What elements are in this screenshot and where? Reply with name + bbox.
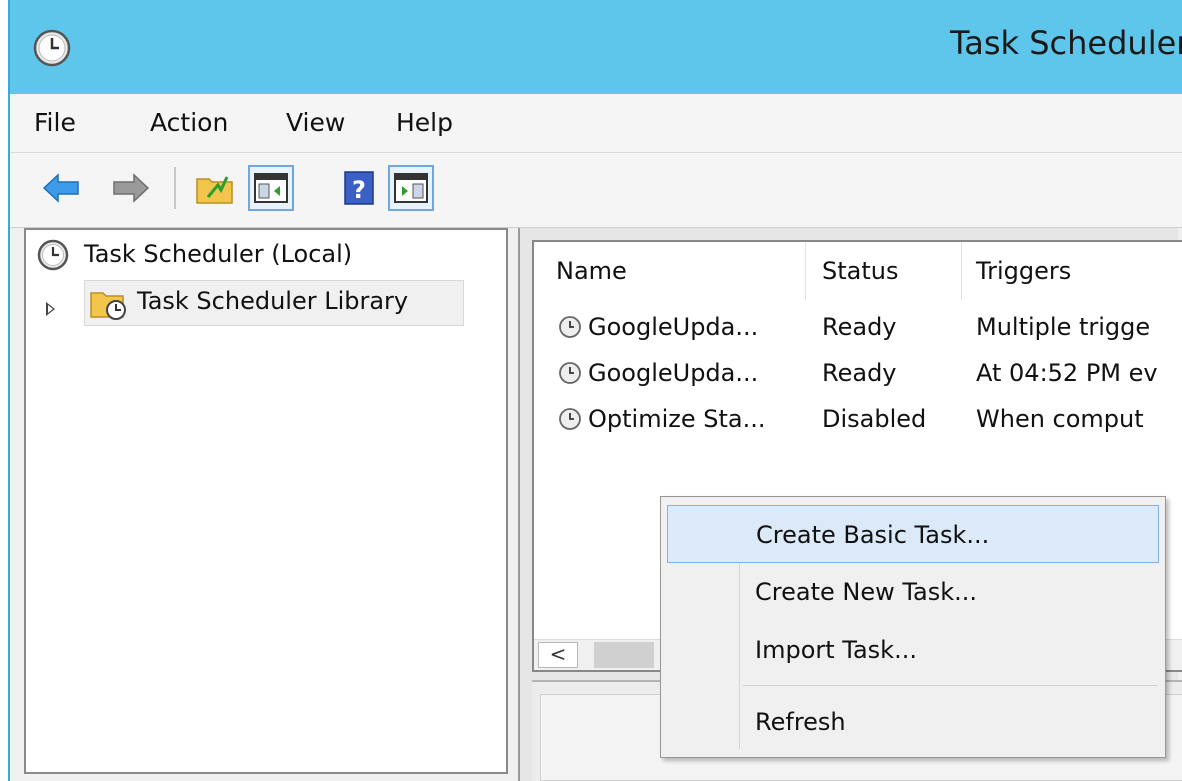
scroll-left-button[interactable]: < <box>538 642 578 668</box>
task-clock-icon <box>559 408 581 430</box>
tree-node-library[interactable]: Task Scheduler Library <box>84 280 464 326</box>
table-row[interactable]: Optimize Sta... Disabled When comput <box>534 396 1182 442</box>
title-bar[interactable]: Task Scheduler <box>10 0 1182 94</box>
menu-item-label: Refresh <box>755 708 846 736</box>
folder-clock-icon <box>90 292 126 320</box>
clock-icon[interactable] <box>32 28 72 68</box>
toolbar: ? <box>10 153 1182 228</box>
task-name: GoogleUpda... <box>588 359 759 387</box>
menu-item-import-task[interactable]: Import Task... <box>667 621 1159 679</box>
task-triggers: Multiple trigge <box>976 313 1151 341</box>
clock-icon <box>37 239 69 271</box>
task-triggers: At 04:52 PM ev <box>976 359 1158 387</box>
console-tree: Task Scheduler (Local) Task Scheduler Li… <box>24 228 508 774</box>
menu-item-label: Create New Task... <box>755 578 978 606</box>
table-row[interactable]: GoogleUpda... Ready Multiple trigge <box>534 304 1182 350</box>
menu-item-label: Create Basic Task... <box>756 521 990 549</box>
menu-help[interactable]: Help <box>396 108 453 137</box>
expand-arrow-icon[interactable] <box>46 302 55 316</box>
show-hide-console-tree-icon[interactable] <box>248 165 294 211</box>
menu-separator <box>743 685 1157 686</box>
menu-item-refresh[interactable]: Refresh <box>667 693 1159 751</box>
table-row[interactable]: GoogleUpda... Ready At 04:52 PM ev <box>534 350 1182 396</box>
forward-arrow-icon[interactable] <box>110 167 152 209</box>
menu-item-label: Import Task... <box>755 636 917 664</box>
window-title: Task Scheduler <box>950 24 1182 62</box>
menu-view[interactable]: View <box>286 108 345 137</box>
menu-action[interactable]: Action <box>150 108 228 137</box>
task-triggers: When comput <box>976 405 1144 433</box>
column-header-status[interactable]: Status <box>806 242 962 300</box>
task-name: Optimize Sta... <box>588 405 766 433</box>
show-hide-action-pane-icon[interactable] <box>388 165 434 211</box>
column-header-triggers[interactable]: Triggers <box>962 242 1182 300</box>
back-arrow-icon[interactable] <box>40 167 82 209</box>
help-icon[interactable]: ? <box>338 167 380 209</box>
task-status: Ready <box>822 359 897 387</box>
menu-item-create-new-task[interactable]: Create New Task... <box>667 563 1159 621</box>
menu-item-create-basic-task[interactable]: Create Basic Task... <box>667 505 1159 563</box>
task-status: Disabled <box>822 405 927 433</box>
task-clock-icon <box>559 316 581 338</box>
task-scheduler-window: Task Scheduler File Action View Help ? T… <box>8 0 1182 781</box>
task-name: GoogleUpda... <box>588 313 759 341</box>
column-header-name[interactable]: Name <box>534 242 806 300</box>
task-status: Ready <box>822 313 897 341</box>
tree-node-local[interactable]: Task Scheduler (Local) <box>84 240 352 268</box>
scroll-thumb[interactable] <box>594 642 654 668</box>
svg-text:?: ? <box>352 176 366 204</box>
tree-node-library-label: Task Scheduler Library <box>137 287 409 315</box>
context-menu: Create Basic Task... Create New Task... … <box>660 496 1166 758</box>
menu-bar: File Action View Help <box>10 94 1182 153</box>
menu-file[interactable]: File <box>34 108 76 137</box>
up-folder-icon[interactable] <box>194 167 236 209</box>
toolbar-separator <box>174 167 176 209</box>
task-clock-icon <box>559 362 581 384</box>
